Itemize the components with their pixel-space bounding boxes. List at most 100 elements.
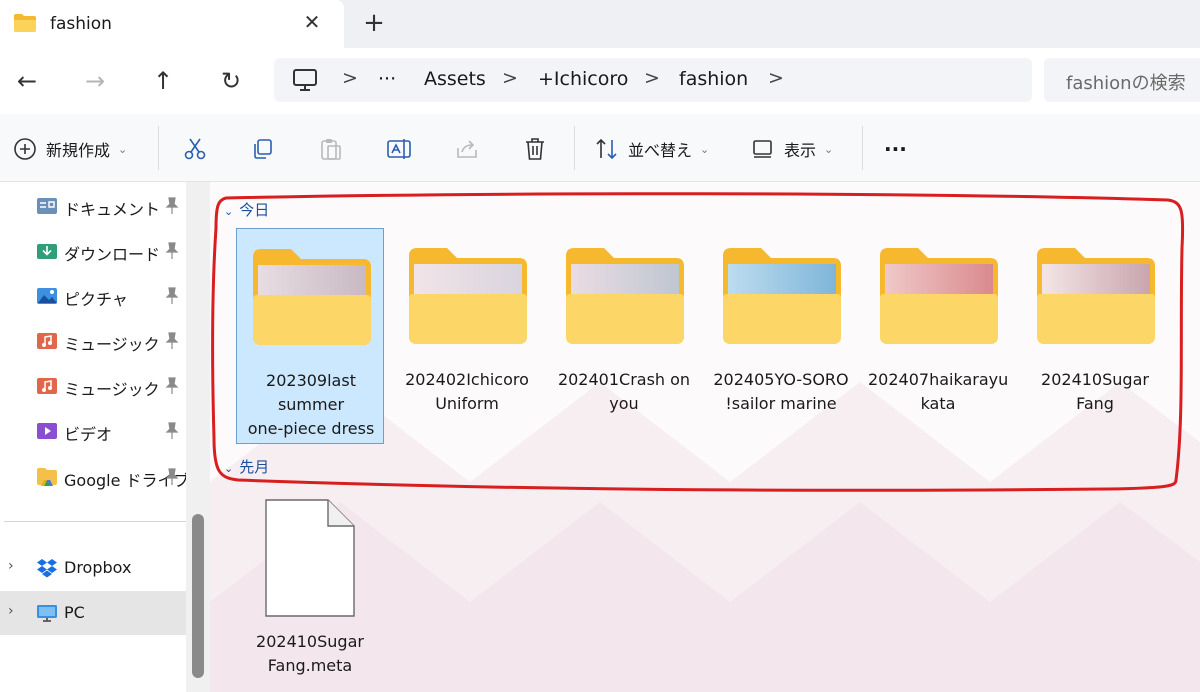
divider (158, 126, 159, 170)
folder-tile[interactable]: 202410Sugar Fang (1021, 228, 1169, 444)
breadcrumb-separator[interactable]: > (768, 67, 784, 89)
breadcrumb-fashion[interactable]: fashion (679, 68, 748, 90)
file-tile[interactable]: 202410Sugar Fang.meta (236, 490, 384, 692)
sidebar-item-pc[interactable]: › PC (0, 591, 186, 635)
breadcrumb-assets[interactable]: Assets (424, 68, 486, 90)
chevron-down-icon: ⌄ (700, 142, 710, 156)
new-tab-button[interactable]: + (360, 8, 388, 40)
sidebar-item-videos[interactable]: ビデオ (0, 409, 186, 453)
navigation-row: ← → ↑ ↻ > ··· Assets > +Ichicoro > fashi… (0, 48, 1200, 114)
sidebar-item-music[interactable]: ミュージック (0, 319, 186, 363)
clipboard-icon (321, 139, 341, 160)
paste-button[interactable] (318, 134, 344, 164)
sidebar-item-documents[interactable]: ドキュメント (0, 184, 186, 228)
sidebar-item-label: ピクチャ (64, 290, 128, 309)
group-header-today[interactable]: ⌄ 今日 (224, 199, 269, 220)
folder-icon (723, 248, 841, 344)
chevron-down-icon: ⌄ (224, 462, 234, 475)
pin-icon[interactable] (165, 242, 179, 260)
divider (862, 126, 863, 170)
more-button[interactable]: ··· (884, 134, 907, 164)
copy-button[interactable] (250, 134, 276, 164)
navigation-pane: ドキュメント ダウンロード ピクチャ ミュージック ミュージック ビデオ Goo… (0, 182, 186, 692)
sidebar-item-music-2[interactable]: ミュージック (0, 364, 186, 408)
file-icon (265, 499, 355, 617)
breadcrumb-ichicoro[interactable]: +Ichicoro (538, 68, 628, 90)
close-tab-button[interactable]: ✕ (300, 10, 324, 36)
up-button[interactable]: ↑ (146, 64, 180, 98)
new-button[interactable]: 新規作成 ⌄ (12, 134, 127, 164)
breadcrumb-overflow[interactable]: ··· (378, 68, 396, 90)
view-icon (753, 140, 772, 158)
sidebar-scrollbar-thumb[interactable] (192, 514, 204, 678)
folder-icon (14, 14, 36, 32)
pin-icon[interactable] (165, 287, 179, 305)
folder-tile[interactable]: 202309last summer one-piece dress (236, 228, 384, 444)
videos-icon (37, 423, 57, 439)
folder-icon (566, 248, 684, 344)
address-bar[interactable]: > ··· Assets > +Ichicoro > fashion > (274, 58, 1032, 102)
share-button[interactable] (454, 134, 480, 164)
pin-icon[interactable] (165, 197, 179, 215)
sidebar-item-google-drive[interactable]: Google ドライブ (0, 455, 186, 499)
folder-icon (880, 248, 998, 344)
folder-name: 202402Ichicoro Uniform (405, 370, 529, 413)
pin-icon[interactable] (165, 422, 179, 440)
command-bar: 新規作成 ⌄ 並べ替え ⌄ 表示 ⌄ ··· (0, 114, 1200, 182)
chevron-down-icon: ⌄ (118, 142, 128, 156)
sort-icon (596, 138, 617, 160)
folder-name: 202407haikarayu kata (868, 370, 1009, 413)
pc-icon (37, 605, 57, 622)
folder-name: 202309last summer one-piece dress (247, 371, 375, 438)
divider (574, 126, 575, 170)
pin-icon[interactable] (165, 468, 179, 486)
folder-tile[interactable]: 202407haikarayu kata (864, 228, 1012, 444)
sort-button[interactable]: 並べ替え ⌄ (594, 134, 709, 164)
music-icon (37, 333, 57, 349)
sidebar-item-dropbox[interactable]: › Dropbox (0, 546, 186, 590)
rename-button[interactable] (386, 134, 412, 164)
chevron-right-icon[interactable]: › (8, 558, 14, 574)
file-name: 202410Sugar Fang.meta (256, 632, 364, 675)
folder-name: 202401Crash on you (557, 370, 691, 413)
pin-icon[interactable] (165, 377, 179, 395)
pin-icon[interactable] (165, 332, 179, 350)
new-button-label: 新規作成 (46, 141, 111, 160)
folder-tile[interactable]: 202401Crash on you (550, 228, 698, 444)
sort-button-label: 並べ替え (628, 141, 693, 160)
folder-icon (1037, 248, 1155, 344)
copy-icon (254, 139, 272, 159)
sidebar-item-label: PC (64, 603, 85, 622)
cut-button[interactable] (182, 134, 208, 164)
search-input[interactable]: fashionの検索 (1044, 58, 1200, 102)
folder-name: 202405YO-SORO !sailor marine (713, 370, 849, 413)
folder-tile[interactable]: 202402Ichicoro Uniform (393, 228, 541, 444)
view-button-label: 表示 (784, 141, 817, 160)
chevron-right-icon[interactable]: › (8, 603, 14, 619)
file-list: ⌄ 今日 202309last summer one-piece dress 20240… (210, 182, 1200, 692)
pc-icon[interactable] (292, 68, 318, 92)
breadcrumb-separator[interactable]: > (502, 67, 518, 89)
chevron-down-icon: ⌄ (824, 142, 834, 156)
folder-icon (409, 248, 527, 344)
back-button[interactable]: ← (10, 64, 44, 98)
sidebar-item-pictures[interactable]: ピクチャ (0, 274, 186, 318)
plus-circle-icon (14, 138, 36, 160)
breadcrumb-separator[interactable]: > (644, 67, 660, 89)
refresh-button[interactable]: ↻ (214, 64, 248, 98)
view-button[interactable]: 表示 ⌄ (750, 134, 833, 164)
delete-button[interactable] (522, 134, 548, 164)
sidebar-item-label: ダウンロード (64, 245, 161, 264)
tab-fashion[interactable]: fashion ✕ (0, 0, 344, 48)
group-header-last-month[interactable]: ⌄ 先月 (224, 456, 269, 477)
breadcrumb-separator[interactable]: > (342, 67, 358, 89)
forward-button[interactable]: → (78, 64, 112, 98)
sidebar-item-label: ミュージック (64, 335, 160, 354)
sidebar-item-downloads[interactable]: ダウンロード (0, 229, 186, 273)
music-icon (37, 378, 57, 394)
pictures-icon (37, 288, 57, 304)
folder-tile[interactable]: 202405YO-SORO !sailor marine (707, 228, 855, 444)
rename-icon (387, 139, 411, 159)
sidebar-item-label: ミュージック (64, 380, 160, 399)
trash-icon (526, 138, 544, 160)
